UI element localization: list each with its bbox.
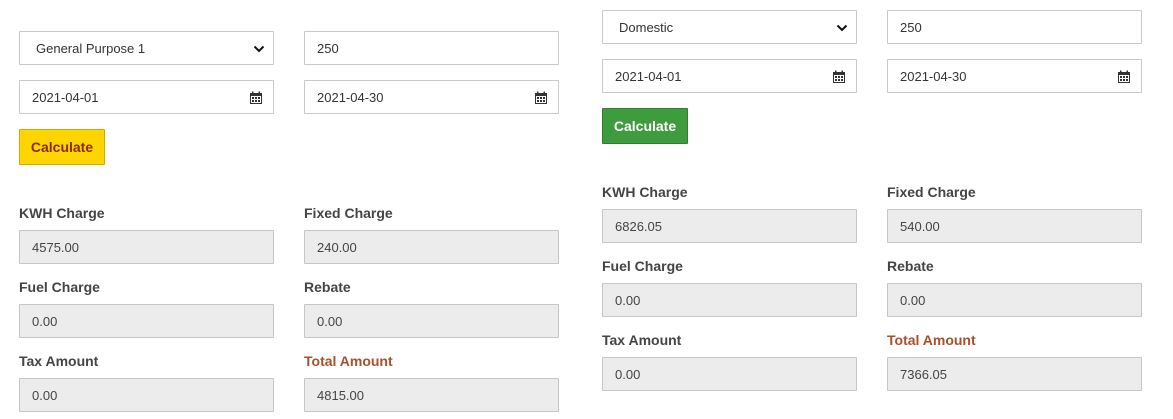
units-input[interactable]: 250 — [887, 10, 1142, 44]
rebate-output: 0.00 — [304, 304, 559, 338]
calendar-icon[interactable] — [1117, 70, 1131, 84]
fixed-charge-label: Fixed Charge — [887, 184, 976, 200]
fuel-charge-output: 0.00 — [602, 283, 857, 317]
input-row-dates: 2021-04-01 2021-04-30 — [19, 80, 559, 114]
calculate-button[interactable]: Calculate — [602, 108, 688, 144]
category-select-value: Domestic — [619, 19, 674, 35]
chevron-down-icon — [253, 45, 265, 53]
fuel-charge-label: Fuel Charge — [19, 279, 100, 295]
calculator-panel-left: General Purpose 1 250 2021-04-01 2021-04… — [19, 31, 559, 412]
total-amount-output: 7366.05 — [887, 357, 1142, 391]
rebate-output: 0.00 — [887, 283, 1142, 317]
to-date-value: 2021-04-30 — [317, 89, 384, 105]
fixed-charge-label: Fixed Charge — [304, 205, 393, 221]
kwh-charge-label: KWH Charge — [602, 184, 688, 200]
total-amount-output: 4815.00 — [304, 378, 559, 412]
input-row-top: General Purpose 1 250 — [19, 31, 559, 65]
from-date-value: 2021-04-01 — [615, 68, 682, 84]
calendar-icon[interactable] — [534, 91, 548, 105]
category-select-value: General Purpose 1 — [36, 40, 146, 56]
input-row-top: Domestic 250 — [602, 10, 1142, 44]
rebate-label: Rebate — [304, 279, 351, 295]
kwh-charge-output: 4575.00 — [19, 230, 274, 264]
units-input-value: 250 — [900, 19, 922, 35]
results-right: KWH Charge 6826.05 Fixed Charge 540.00 F… — [602, 184, 1142, 406]
tax-amount-output: 0.00 — [602, 357, 857, 391]
category-select[interactable]: Domestic — [602, 10, 857, 44]
kwh-charge-output: 6826.05 — [602, 209, 857, 243]
to-date-input[interactable]: 2021-04-30 — [887, 59, 1142, 93]
kwh-charge-label: KWH Charge — [19, 205, 105, 221]
fuel-charge-label: Fuel Charge — [602, 258, 683, 274]
calculate-button[interactable]: Calculate — [19, 129, 105, 165]
chevron-down-icon — [836, 24, 848, 32]
calculator-panel-right: Domestic 250 2021-04-01 2021-04-30 Calcu… — [602, 10, 1142, 391]
input-row-dates: 2021-04-01 2021-04-30 — [602, 59, 1142, 93]
rebate-label: Rebate — [887, 258, 934, 274]
from-date-value: 2021-04-01 — [32, 89, 99, 105]
to-date-input[interactable]: 2021-04-30 — [304, 80, 559, 114]
total-amount-label: Total Amount — [304, 353, 393, 369]
from-date-input[interactable]: 2021-04-01 — [19, 80, 274, 114]
fuel-charge-output: 0.00 — [19, 304, 274, 338]
tax-amount-output: 0.00 — [19, 378, 274, 412]
calendar-icon[interactable] — [832, 70, 846, 84]
category-select[interactable]: General Purpose 1 — [19, 31, 274, 65]
units-input[interactable]: 250 — [304, 31, 559, 65]
tax-amount-label: Tax Amount — [602, 332, 682, 348]
total-amount-label: Total Amount — [887, 332, 976, 348]
fixed-charge-output: 540.00 — [887, 209, 1142, 243]
calendar-icon[interactable] — [249, 91, 263, 105]
to-date-value: 2021-04-30 — [900, 68, 967, 84]
results-left: KWH Charge 4575.00 Fixed Charge 240.00 F… — [19, 205, 559, 419]
from-date-input[interactable]: 2021-04-01 — [602, 59, 857, 93]
fixed-charge-output: 240.00 — [304, 230, 559, 264]
tax-amount-label: Tax Amount — [19, 353, 99, 369]
units-input-value: 250 — [317, 40, 339, 56]
